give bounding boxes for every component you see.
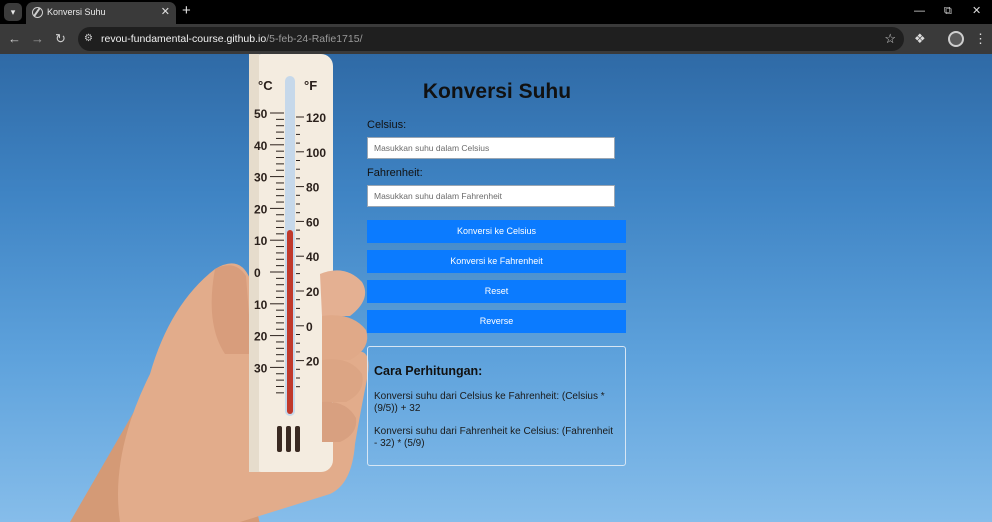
convert-to-fahrenheit-button[interactable]: Konversi ke Fahrenheit bbox=[367, 250, 626, 273]
celsius-tick-label: 30 bbox=[254, 171, 268, 185]
celsius-tick-label: 50 bbox=[254, 107, 268, 121]
forward-arrow-icon[interactable]: → bbox=[31, 31, 44, 47]
reload-icon[interactable]: ↻ bbox=[55, 31, 66, 47]
page-viewport: °C °F 50 40 30 20 10 0 10 20 30 120 100 80 60 40 20 0 20 K… bbox=[0, 54, 992, 522]
tab-search-icon[interactable]: ▾ bbox=[4, 3, 22, 21]
celsius-tick-label: 0 bbox=[254, 266, 261, 280]
page-title: Konversi Suhu bbox=[422, 80, 572, 103]
reset-button[interactable]: Reset bbox=[367, 280, 626, 303]
celsius-tick-label: 10 bbox=[254, 234, 268, 248]
mercury-column bbox=[287, 230, 293, 414]
url-host: revou-fundamental-course.github.io bbox=[101, 33, 267, 45]
fahrenheit-tick-label: 60 bbox=[306, 215, 320, 229]
celsius-tick-label: 20 bbox=[254, 330, 268, 344]
celsius-label: Celsius: bbox=[367, 119, 407, 131]
close-tab-icon[interactable]: ✕ bbox=[161, 5, 170, 19]
fahrenheit-tick-label: 120 bbox=[306, 111, 326, 125]
browser-tab[interactable]: Konversi Suhu ✕ bbox=[26, 2, 176, 24]
profile-avatar[interactable] bbox=[948, 31, 964, 47]
celsius-tick-label: 40 bbox=[254, 139, 268, 153]
bulb-mark bbox=[295, 426, 300, 452]
fahrenheit-tick-label: 20 bbox=[306, 285, 320, 299]
fahrenheit-tick-label: 100 bbox=[306, 146, 326, 160]
celsius-input[interactable] bbox=[367, 137, 615, 159]
celsius-tick-label: 30 bbox=[254, 361, 268, 375]
minimize-icon[interactable]: — bbox=[914, 3, 925, 19]
explanation-title: Cara Perhitungan: bbox=[374, 364, 483, 378]
fahrenheit-label: Fahrenheit: bbox=[367, 167, 423, 179]
celsius-tick-label: 20 bbox=[254, 202, 268, 216]
tab-title: Konversi Suhu bbox=[47, 7, 106, 17]
new-tab-icon[interactable]: + bbox=[182, 2, 191, 20]
fahrenheit-tick-label: 0 bbox=[306, 320, 313, 334]
convert-to-celsius-button[interactable]: Konversi ke Celsius bbox=[367, 220, 626, 243]
fahrenheit-tick-label: 80 bbox=[306, 181, 320, 195]
extensions-puzzle-icon[interactable]: ❖ bbox=[914, 30, 926, 48]
bulb-mark bbox=[286, 426, 291, 452]
fahrenheit-to-celsius-formula: Konversi suhu dari Fahrenheit ke Celsius… bbox=[374, 426, 614, 449]
site-info-icon[interactable]: ⚙ bbox=[84, 32, 93, 46]
fahrenheit-input[interactable] bbox=[367, 185, 615, 207]
address-bar[interactable]: ⚙ revou-fundamental-course.github.io/5-f… bbox=[78, 27, 904, 51]
celsius-symbol: °C bbox=[258, 78, 273, 93]
browser-tab-strip: ▾ Konversi Suhu ✕ + — ⧉ ✕ bbox=[0, 0, 992, 24]
bulb-mark bbox=[277, 426, 282, 452]
back-arrow-icon[interactable]: ← bbox=[8, 31, 21, 47]
url-path: /5-feb-24-Rafie1715/ bbox=[266, 33, 363, 45]
celsius-tick-label: 10 bbox=[254, 298, 268, 312]
fahrenheit-symbol: °F bbox=[304, 78, 317, 93]
url-text[interactable]: revou-fundamental-course.github.io/5-feb… bbox=[101, 32, 363, 46]
fahrenheit-tick-label: 40 bbox=[306, 250, 320, 264]
globe-icon bbox=[32, 7, 43, 18]
browser-toolbar: ← → ↻ ⚙ revou-fundamental-course.github.… bbox=[0, 24, 992, 54]
kebab-menu-icon[interactable]: ⋮ bbox=[974, 30, 987, 48]
restore-icon[interactable]: ⧉ bbox=[944, 3, 952, 19]
calculation-explanation-box: Cara Perhitungan: Konversi suhu dari Cel… bbox=[367, 346, 626, 466]
fahrenheit-tick-label: 20 bbox=[306, 355, 320, 369]
celsius-to-fahrenheit-formula: Konversi suhu dari Celsius ke Fahrenheit… bbox=[374, 391, 605, 414]
finger-shape bbox=[320, 270, 366, 316]
bookmark-star-icon[interactable]: ☆ bbox=[884, 30, 896, 48]
close-window-icon[interactable]: ✕ bbox=[972, 3, 981, 19]
reverse-button[interactable]: Reverse bbox=[367, 310, 626, 333]
